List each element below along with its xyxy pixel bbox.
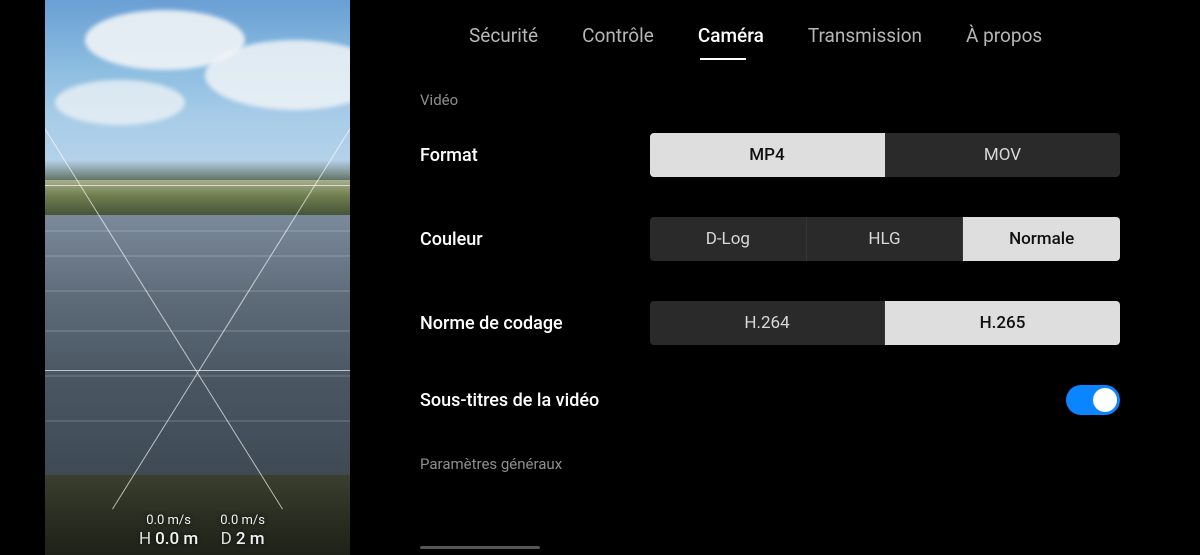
row-couleur: Couleur D-Log HLG Normale — [420, 217, 1120, 261]
camera-preview-image: 0.0 m/s H 0.0 m 0.0 m/s D 2 m — [45, 0, 350, 555]
telemetry-altitude-value: 0.0 m — [155, 529, 198, 549]
telemetry-vspeed: 0.0 m/s — [146, 513, 191, 529]
tab-apropos[interactable]: À propos — [966, 24, 1042, 59]
segmented-couleur: D-Log HLG Normale — [650, 217, 1120, 261]
label-couleur: Couleur — [420, 229, 483, 250]
toggle-subtitles[interactable] — [1066, 385, 1120, 415]
label-codage: Norme de codage — [420, 313, 563, 334]
option-format-mp4[interactable]: MP4 — [650, 133, 885, 177]
option-couleur-hlg[interactable]: HLG — [807, 217, 964, 261]
scroll-indicator — [420, 546, 540, 549]
telemetry-distance-letter: D — [221, 529, 232, 549]
settings-content[interactable]: Vidéo Format MP4 MOV Couleur D-Log HLG N… — [395, 59, 1200, 555]
settings-panel: Sécurité Contrôle Caméra Transmission À … — [395, 0, 1200, 555]
composition-gridline — [45, 185, 350, 186]
segmented-format: MP4 MOV — [650, 133, 1120, 177]
telemetry-altitude-letter: H — [139, 529, 151, 549]
section-video-title: Vidéo — [420, 91, 1120, 109]
option-codage-h264[interactable]: H.264 — [650, 301, 885, 345]
row-codage: Norme de codage H.264 H.265 — [420, 301, 1120, 345]
option-couleur-normale[interactable]: Normale — [963, 217, 1120, 261]
option-format-mov[interactable]: MOV — [885, 133, 1120, 177]
camera-preview: 0.0 m/s H 0.0 m 0.0 m/s D 2 m — [0, 0, 395, 555]
telemetry-altitude: 0.0 m/s H 0.0 m — [139, 513, 198, 549]
telemetry-overlay: 0.0 m/s H 0.0 m 0.0 m/s D 2 m — [45, 513, 350, 549]
option-codage-h265[interactable]: H.265 — [885, 301, 1120, 345]
tab-transmission[interactable]: Transmission — [808, 24, 922, 59]
row-format: Format MP4 MOV — [420, 133, 1120, 177]
telemetry-distance: 0.0 m/s D 2 m — [220, 513, 265, 549]
tab-securite[interactable]: Sécurité — [469, 24, 538, 59]
telemetry-hspeed: 0.0 m/s — [220, 513, 265, 529]
tab-camera[interactable]: Caméra — [698, 24, 764, 59]
telemetry-distance-value: 2 m — [236, 529, 265, 549]
option-couleur-dlog[interactable]: D-Log — [650, 217, 807, 261]
settings-tabs: Sécurité Contrôle Caméra Transmission À … — [395, 0, 1200, 59]
row-subtitles: Sous-titres de la vidéo — [420, 385, 1120, 415]
label-format: Format — [420, 145, 478, 166]
tab-controle[interactable]: Contrôle — [582, 24, 654, 59]
segmented-codage: H.264 H.265 — [650, 301, 1120, 345]
label-subtitles: Sous-titres de la vidéo — [420, 390, 599, 411]
section-general-title: Paramètres généraux — [420, 455, 1120, 473]
